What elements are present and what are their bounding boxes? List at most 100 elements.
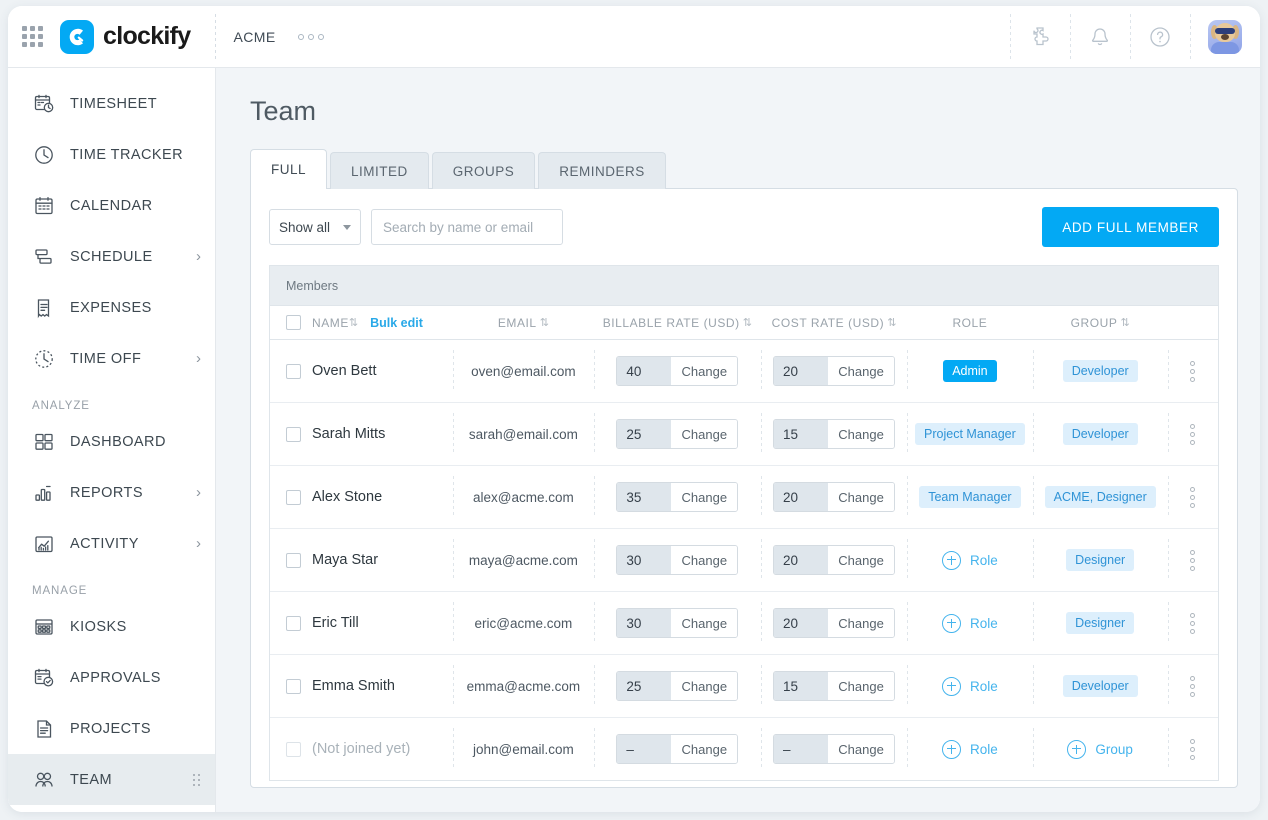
workspace-options-dots[interactable] <box>298 34 324 40</box>
group-badge[interactable]: ACME, Designer <box>1045 486 1156 508</box>
row-menu-icon[interactable] <box>1190 739 1195 760</box>
group-badge[interactable]: Designer <box>1066 612 1134 634</box>
cost-rate-control[interactable]: – Change <box>773 734 895 764</box>
billable-rate-change-button[interactable]: Change <box>671 609 737 637</box>
show-all-filter[interactable]: Show all <box>269 209 361 245</box>
billable-rate-change-button[interactable]: Change <box>671 735 737 763</box>
cost-rate-control[interactable]: 20 Change <box>773 482 895 512</box>
sidebar-item-dashboard[interactable]: DASHBOARD <box>8 416 215 467</box>
row-menu-icon[interactable] <box>1190 550 1195 571</box>
bell-icon[interactable] <box>1070 6 1130 68</box>
tab-groups[interactable]: GROUPS <box>432 152 536 189</box>
drag-handle-icon[interactable] <box>191 773 201 787</box>
cost-rate-change-button[interactable]: Change <box>828 420 894 448</box>
sort-icon[interactable]: ⇅ <box>740 316 752 329</box>
puzzle-icon[interactable] <box>1010 6 1070 68</box>
group-badge[interactable]: Developer <box>1063 675 1138 697</box>
sidebar-item-timesheet[interactable]: TIMESHEET <box>8 78 215 129</box>
select-all-checkbox[interactable] <box>286 315 301 330</box>
cost-rate-change-button[interactable]: Change <box>828 609 894 637</box>
grid-apps-icon[interactable] <box>22 26 44 48</box>
sort-icon[interactable]: ⇅ <box>1117 316 1129 329</box>
billable-rate-control[interactable]: 30 Change <box>616 608 738 638</box>
schedule-icon <box>32 245 56 269</box>
billable-rate-change-button[interactable]: Change <box>671 546 737 574</box>
header-cell-name[interactable]: NAME ⇅ Bulk edit <box>270 315 453 330</box>
tab-reminders[interactable]: REMINDERS <box>538 152 666 189</box>
row-checkbox[interactable] <box>286 553 301 568</box>
group-badge[interactable]: Designer <box>1066 549 1134 571</box>
billable-rate-control[interactable]: 25 Change <box>616 419 738 449</box>
sidebar-item-reports[interactable]: REPORTS › <box>8 467 215 518</box>
group-badge[interactable]: Developer <box>1063 360 1138 382</box>
sort-icon[interactable]: ⇅ <box>884 316 896 329</box>
billable-rate-change-button[interactable]: Change <box>671 672 737 700</box>
workspace-name[interactable]: ACME <box>234 29 276 45</box>
add-full-member-button[interactable]: ADD FULL MEMBER <box>1042 207 1219 247</box>
billable-rate-control[interactable]: 30 Change <box>616 545 738 575</box>
billable-rate-control[interactable]: 35 Change <box>616 482 738 512</box>
sidebar-item-schedule[interactable]: SCHEDULE › <box>8 231 215 282</box>
cost-rate-control[interactable]: 15 Change <box>773 419 895 449</box>
row-checkbox[interactable] <box>286 616 301 631</box>
user-avatar[interactable] <box>1190 6 1260 68</box>
sidebar-item-time-tracker[interactable]: TIME TRACKER <box>8 129 215 180</box>
header-cell-group[interactable]: GROUP ⇅ <box>1033 306 1168 339</box>
sidebar-item-approvals[interactable]: APPROVALS <box>8 652 215 703</box>
cost-rate-change-button[interactable]: Change <box>828 672 894 700</box>
sort-icon[interactable]: ⇅ <box>349 316 358 329</box>
sidebar-item-projects[interactable]: PROJECTS <box>8 703 215 754</box>
help-icon[interactable] <box>1130 6 1190 68</box>
billable-rate-change-button[interactable]: Change <box>671 420 737 448</box>
sort-icon[interactable]: ⇅ <box>537 316 549 329</box>
cost-rate-value: 15 <box>774 420 828 448</box>
billable-rate-change-button[interactable]: Change <box>671 357 737 385</box>
add-role-button[interactable]: Role <box>942 740 998 759</box>
cost-rate-change-button[interactable]: Change <box>828 483 894 511</box>
cost-rate-control[interactable]: 20 Change <box>773 356 895 386</box>
sidebar-item-time-off[interactable]: TIME OFF › <box>8 333 215 384</box>
header-cell-billable-rate[interactable]: BILLABLE RATE (USD) ⇅ <box>594 306 761 339</box>
sidebar-item-activity[interactable]: ACTIVITY › <box>8 518 215 569</box>
row-menu-icon[interactable] <box>1190 676 1195 697</box>
role-badge[interactable]: Team Manager <box>919 486 1020 508</box>
sidebar-item-calendar[interactable]: CALENDAR <box>8 180 215 231</box>
billable-rate-control[interactable]: 25 Change <box>616 671 738 701</box>
row-checkbox[interactable] <box>286 679 301 694</box>
role-badge[interactable]: Project Manager <box>915 423 1025 445</box>
cost-rate-change-button[interactable]: Change <box>828 735 894 763</box>
cost-rate-control[interactable]: 15 Change <box>773 671 895 701</box>
search-input[interactable] <box>371 209 563 245</box>
add-group-button[interactable]: Group <box>1067 740 1133 759</box>
billable-rate-change-button[interactable]: Change <box>671 483 737 511</box>
tab-limited[interactable]: LIMITED <box>330 152 429 189</box>
row-checkbox[interactable] <box>286 364 301 379</box>
row-menu-icon[interactable] <box>1190 361 1195 382</box>
add-role-button[interactable]: Role <box>942 614 998 633</box>
add-role-button[interactable]: Role <box>942 677 998 696</box>
sidebar-item-kiosks[interactable]: KIOSKS <box>8 601 215 652</box>
row-menu-icon[interactable] <box>1190 487 1195 508</box>
row-checkbox[interactable] <box>286 490 301 505</box>
role-badge[interactable]: Admin <box>943 360 996 382</box>
cost-rate-control[interactable]: 20 Change <box>773 545 895 575</box>
header-cell-email[interactable]: EMAIL ⇅ <box>453 306 594 339</box>
row-checkbox[interactable] <box>286 427 301 442</box>
add-role-button[interactable]: Role <box>942 551 998 570</box>
clockify-logo[interactable]: clockify <box>60 20 191 54</box>
cost-rate-change-button[interactable]: Change <box>828 546 894 574</box>
sidebar-item-team[interactable]: TEAM <box>8 754 215 805</box>
header-cell-cost-rate[interactable]: COST RATE (USD) ⇅ <box>761 306 908 339</box>
sidebar-item-expenses[interactable]: EXPENSES <box>8 282 215 333</box>
member-email: emma@acme.com <box>467 679 580 694</box>
row-checkbox[interactable] <box>286 742 301 757</box>
billable-rate-control[interactable]: – Change <box>616 734 738 764</box>
group-badge[interactable]: Developer <box>1063 423 1138 445</box>
row-menu-icon[interactable] <box>1190 613 1195 634</box>
billable-rate-control[interactable]: 40 Change <box>616 356 738 386</box>
cost-rate-change-button[interactable]: Change <box>828 357 894 385</box>
row-menu-icon[interactable] <box>1190 424 1195 445</box>
bulk-edit-link[interactable]: Bulk edit <box>370 316 423 330</box>
cost-rate-control[interactable]: 20 Change <box>773 608 895 638</box>
tab-full[interactable]: FULL <box>250 149 327 189</box>
